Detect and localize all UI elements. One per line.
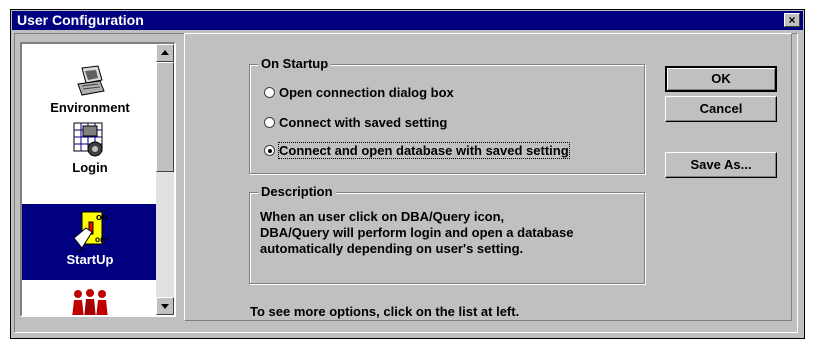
scroll-up-button[interactable] [156, 44, 174, 62]
title-bar[interactable]: User Configuration × [12, 11, 803, 30]
svg-text:ON: ON [96, 214, 108, 222]
login-icon [73, 122, 103, 157]
list-item-users[interactable] [22, 288, 158, 315]
save-as-button[interactable]: Save As... [665, 152, 777, 178]
scroll-thumb[interactable] [156, 62, 174, 172]
description-text: When an user click on DBA/Query icon, DB… [260, 209, 574, 256]
list-item-environment[interactable]: Environment [22, 64, 158, 116]
list-item-label: Environment [50, 100, 130, 115]
list-item-startup[interactable]: ON OFF StartUp [22, 204, 158, 280]
description-group: Description When an user click on DBA/Qu… [249, 184, 645, 284]
close-button[interactable]: × [784, 13, 800, 27]
radio-connect-saved-setting[interactable]: Connect with saved setting [264, 115, 447, 130]
group-title: Description [258, 184, 336, 199]
ok-button[interactable]: OK [665, 66, 777, 92]
on-startup-group: On Startup Open connection dialog box Co… [249, 56, 645, 174]
scroll-down-button[interactable] [156, 297, 174, 315]
radio-button-icon [264, 87, 275, 98]
radio-connect-open-database[interactable]: Connect and open database with saved set… [264, 142, 570, 159]
svg-text:OFF: OFF [95, 237, 108, 244]
category-list[interactable]: Environment Login ON OFF StartUp [20, 42, 176, 317]
window-title: User Configuration [17, 12, 144, 28]
list-item-label: Login [72, 160, 108, 175]
computer-icon [77, 65, 105, 96]
arrow-down-icon [161, 304, 169, 309]
list-scrollbar[interactable] [156, 44, 174, 315]
radio-button-selected-icon [264, 145, 275, 156]
list-item-label: StartUp [66, 252, 114, 267]
hint-text: To see more options, click on the list a… [250, 304, 520, 319]
cancel-button[interactable]: Cancel [665, 96, 777, 122]
users-group-icon [72, 289, 108, 315]
radio-button-icon [264, 117, 275, 128]
radio-open-connection-dialog[interactable]: Open connection dialog box [264, 85, 454, 100]
group-title: On Startup [258, 56, 332, 71]
arrow-up-icon [161, 50, 169, 55]
list-item-login[interactable]: Login [22, 120, 158, 190]
startup-switch-icon: ON OFF [73, 211, 108, 252]
